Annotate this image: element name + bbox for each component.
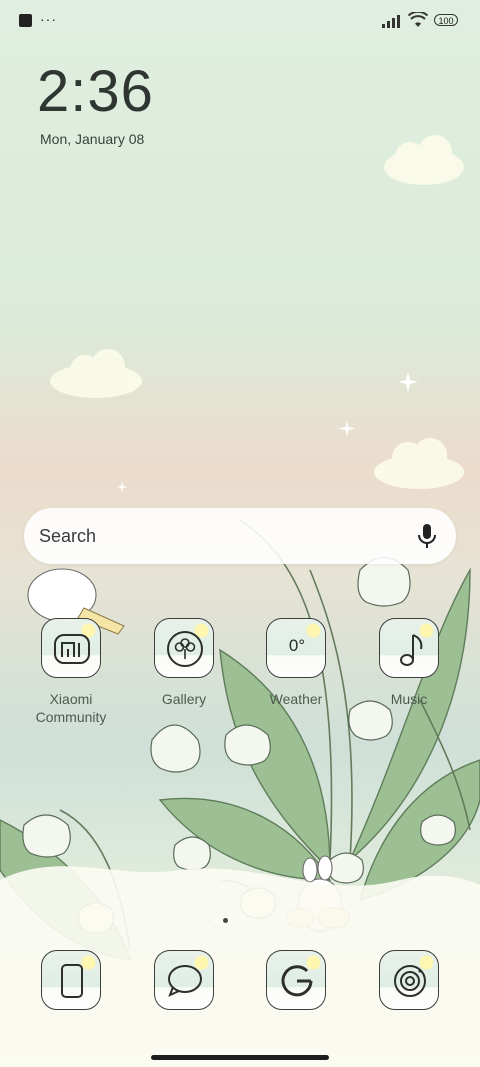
google-icon <box>266 950 326 1010</box>
status-bar: ··· 100 <box>0 0 480 42</box>
app-gallery[interactable]: Gallery <box>134 618 234 708</box>
clock-time[interactable]: 2:36 <box>37 58 154 125</box>
weather-temp: 0° <box>288 636 306 655</box>
page-dot-active <box>223 918 228 923</box>
signal-icon <box>382 15 400 28</box>
music-note-icon <box>379 618 439 678</box>
message-bubble-icon <box>154 950 214 1010</box>
search-bar[interactable]: Search <box>24 508 456 564</box>
search-placeholder: Search <box>39 526 97 546</box>
phone-icon <box>41 950 101 1010</box>
app-label: Music <box>390 691 428 707</box>
clock-date[interactable]: Mon, January 08 <box>40 131 144 147</box>
mi-logo-icon <box>41 618 101 678</box>
home-indicator[interactable] <box>151 1055 329 1060</box>
app-xiaomi-community[interactable]: Xiaomi Community <box>21 618 121 726</box>
app-label: Weather <box>269 691 323 707</box>
camera-icon <box>379 950 439 1010</box>
flower-icon <box>154 618 214 678</box>
dock-google[interactable] <box>246 950 346 1010</box>
notification-square-icon <box>19 14 32 27</box>
page-indicator[interactable] <box>214 910 232 928</box>
app-music[interactable]: Music <box>359 618 459 708</box>
dock-phone[interactable] <box>21 950 121 1010</box>
app-weather[interactable]: 0° Weather <box>246 618 346 708</box>
dock-messages[interactable] <box>134 950 234 1010</box>
battery-icon: 100 <box>434 14 458 26</box>
weather-icon: 0° <box>266 618 326 678</box>
wifi-icon <box>408 12 428 27</box>
mic-icon[interactable] <box>416 523 438 549</box>
dock-camera[interactable] <box>359 950 459 1010</box>
more-notifications-icon: ··· <box>40 11 57 27</box>
page-dot <box>214 918 219 923</box>
app-label: Gallery <box>161 691 207 707</box>
app-label: Xiaomi Community <box>35 691 107 725</box>
